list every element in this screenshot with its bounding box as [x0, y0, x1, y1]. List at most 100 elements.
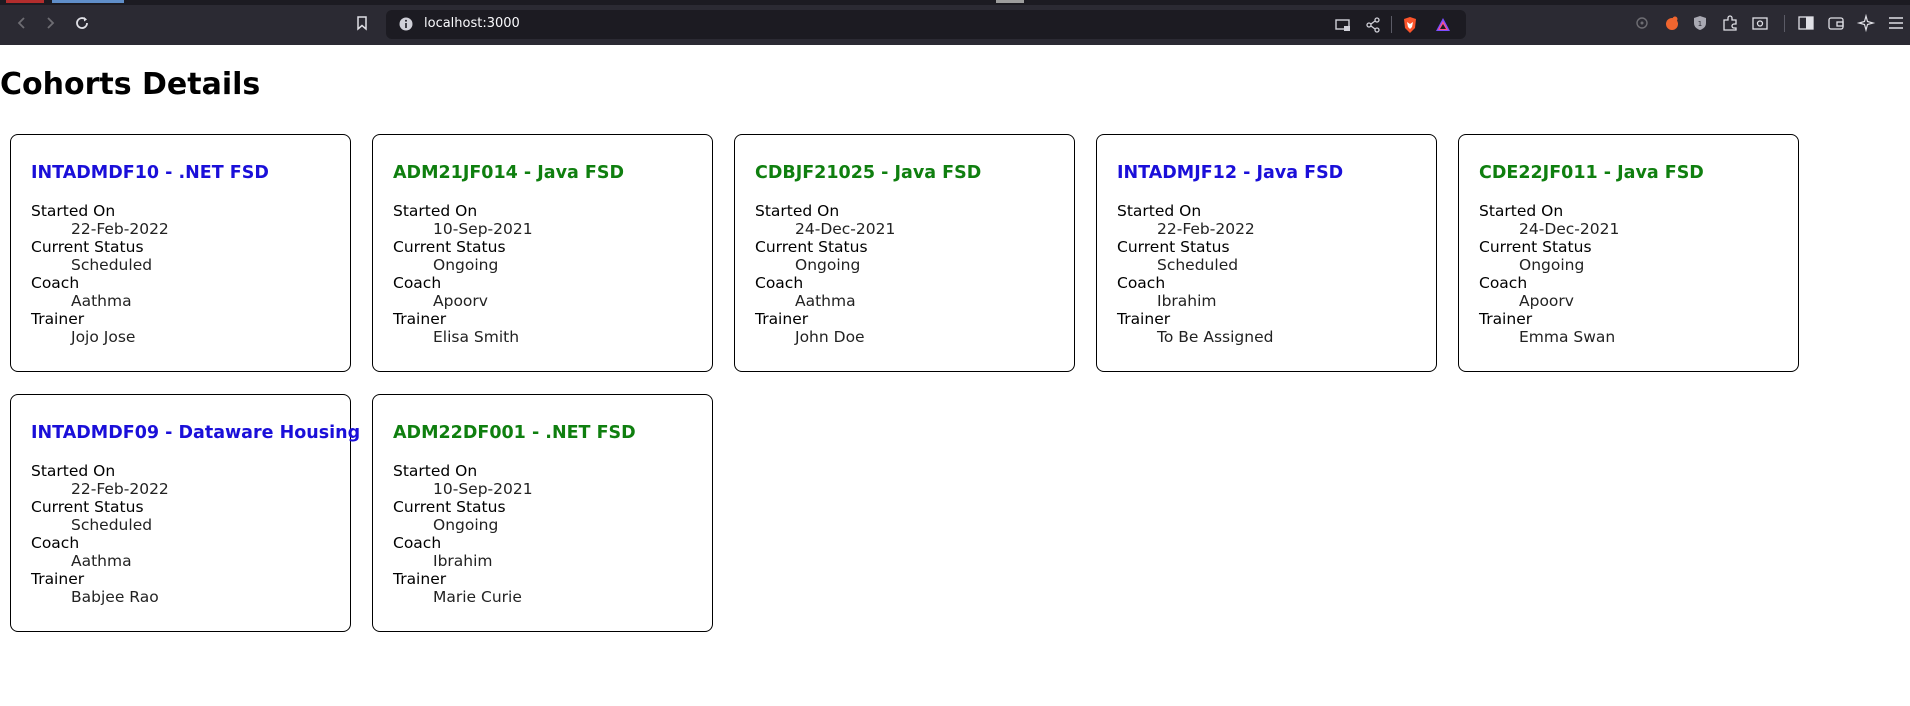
current-status-label: Current Status	[31, 498, 144, 516]
coach-value: Ibrahim	[1157, 292, 1217, 310]
page-content: Cohorts Details INTADMDF10 - .NET FSD St…	[0, 45, 1910, 706]
wallet-indicator-icon[interactable]	[1632, 13, 1652, 33]
started-on-label: Started On	[1479, 202, 1564, 220]
trainer-value: Jojo Jose	[71, 328, 136, 346]
tab-drag-handle[interactable]	[996, 0, 1024, 3]
back-button[interactable]	[12, 13, 32, 33]
extensions-icon[interactable]	[1720, 13, 1740, 33]
coach-value: Aathma	[795, 292, 856, 310]
menu-icon[interactable]	[1886, 13, 1906, 33]
current-status-value: Ongoing	[795, 256, 861, 274]
current-status-label: Current Status	[755, 238, 868, 256]
current-status-value: Scheduled	[1157, 256, 1239, 274]
trainer-label: Trainer	[1117, 310, 1171, 328]
trainer-label: Trainer	[31, 310, 85, 328]
trainer-label: Trainer	[393, 570, 447, 588]
cohort-title: INTADMDF09 - Dataware Housing	[31, 423, 361, 443]
screenshot-icon[interactable]	[1750, 13, 1770, 33]
sidebar-icon[interactable]	[1796, 13, 1816, 33]
started-on-label: Started On	[31, 202, 116, 220]
started-on-value: 22-Feb-2022	[1157, 220, 1255, 238]
bookmark-button[interactable]	[352, 13, 372, 33]
cohort-card: INTADMDF10 - .NET FSD Started On 22-Feb-…	[10, 134, 351, 372]
trainer-value: Elisa Smith	[433, 328, 520, 346]
active-tab-indicator[interactable]	[52, 0, 124, 3]
cohort-title: ADM22DF001 - .NET FSD	[393, 423, 636, 443]
leo-ai-icon[interactable]	[1662, 13, 1682, 33]
trainer-value: Babjee Rao	[71, 588, 159, 606]
tab-strip	[0, 0, 1910, 5]
started-on-label: Started On	[31, 462, 116, 480]
current-status-label: Current Status	[393, 498, 506, 516]
coach-label: Coach	[393, 534, 442, 552]
coach-label: Coach	[1117, 274, 1166, 292]
brave-shield-icon[interactable]	[1401, 16, 1419, 34]
cohort-details: Started On 22-Feb-2022 Current Status Sc…	[1117, 202, 1273, 346]
share-icon[interactable]	[1364, 16, 1382, 34]
cohort-details: Started On 22-Feb-2022 Current Status Sc…	[31, 462, 169, 606]
current-status-label: Current Status	[393, 238, 506, 256]
trainer-value: Emma Swan	[1519, 328, 1616, 346]
cast-icon[interactable]	[1334, 16, 1352, 34]
current-status-value: Scheduled	[71, 516, 153, 534]
trainer-label: Trainer	[755, 310, 809, 328]
cohort-card: INTADMDF09 - Dataware Housing Started On…	[10, 394, 360, 632]
started-on-label: Started On	[1117, 202, 1202, 220]
trainer-value: Marie Curie	[433, 588, 522, 606]
coach-label: Coach	[1479, 274, 1528, 292]
coach-value: Aathma	[71, 292, 132, 310]
trainer-label: Trainer	[31, 570, 85, 588]
current-status-label: Current Status	[1117, 238, 1230, 256]
chevron-left-icon	[17, 17, 25, 29]
forward-button[interactable]	[40, 13, 60, 33]
started-on-value: 24-Dec-2021	[1519, 220, 1620, 238]
trainer-value: To Be Assigned	[1157, 328, 1274, 346]
cohort-details: Started On 10-Sep-2021 Current Status On…	[393, 202, 533, 346]
vpn-shield-icon[interactable]: 1	[1690, 13, 1710, 33]
cohort-title: CDE22JF011 - Java FSD	[1479, 163, 1704, 183]
cohort-details: Started On 10-Sep-2021 Current Status On…	[393, 462, 533, 606]
cohort-card: ADM22DF001 - .NET FSD Started On 10-Sep-…	[372, 394, 713, 632]
coach-value: Aathma	[71, 552, 132, 570]
coach-value: Apoorv	[1519, 292, 1574, 310]
reload-icon	[76, 17, 88, 29]
svg-text:1: 1	[1698, 20, 1702, 28]
coach-label: Coach	[755, 274, 804, 292]
current-status-value: Ongoing	[433, 516, 499, 534]
trainer-label: Trainer	[393, 310, 447, 328]
separator	[1784, 15, 1785, 32]
coach-label: Coach	[31, 534, 80, 552]
started-on-value: 22-Feb-2022	[71, 480, 169, 498]
cohort-title: INTADMJF12 - Java FSD	[1117, 163, 1344, 183]
started-on-label: Started On	[393, 202, 478, 220]
cohort-title: INTADMDF10 - .NET FSD	[31, 163, 269, 183]
cohort-card: CDBJF21025 - Java FSD Started On 24-Dec-…	[734, 134, 1075, 372]
url-text[interactable]: localhost:3000	[424, 16, 520, 31]
ai-sparkle-icon[interactable]	[1856, 13, 1876, 33]
info-icon[interactable]	[398, 16, 414, 32]
current-status-label: Current Status	[1479, 238, 1592, 256]
address-bar[interactable]: localhost:3000	[386, 10, 1466, 39]
trainer-label: Trainer	[1479, 310, 1533, 328]
current-status-value: Ongoing	[1519, 256, 1585, 274]
started-on-value: 22-Feb-2022	[71, 220, 169, 238]
coach-label: Coach	[31, 274, 80, 292]
cohort-card: INTADMJF12 - Java FSD Started On 22-Feb-…	[1096, 134, 1437, 372]
cohort-details: Started On 24-Dec-2021 Current Status On…	[755, 202, 895, 346]
reload-button[interactable]	[72, 13, 92, 33]
current-status-value: Ongoing	[433, 256, 499, 274]
bookmark-icon	[357, 16, 367, 31]
cohort-card: ADM21JF014 - Java FSD Started On 10-Sep-…	[372, 134, 713, 372]
coach-value: Apoorv	[433, 292, 488, 310]
tab-indicator[interactable]	[6, 0, 44, 3]
current-status-label: Current Status	[31, 238, 144, 256]
browser-toolbar: localhost:3000 1	[0, 0, 1910, 45]
cohort-title: ADM21JF014 - Java FSD	[393, 163, 624, 183]
cohort-details: Started On 24-Dec-2021 Current Status On…	[1479, 202, 1619, 346]
wallet-icon[interactable]	[1826, 13, 1846, 33]
coach-label: Coach	[393, 274, 442, 292]
started-on-label: Started On	[393, 462, 478, 480]
started-on-value: 10-Sep-2021	[433, 220, 533, 238]
started-on-label: Started On	[755, 202, 840, 220]
brave-rewards-icon[interactable]	[1434, 16, 1452, 34]
